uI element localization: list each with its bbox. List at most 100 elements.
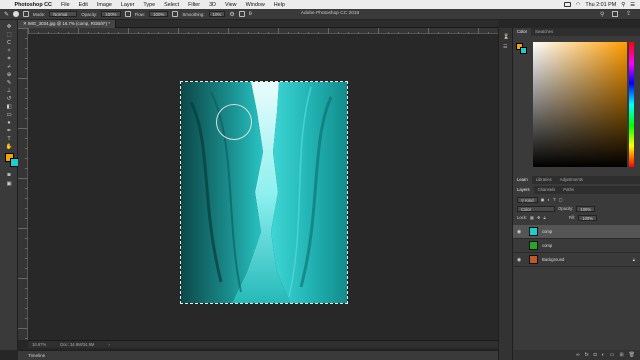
color-picker-field[interactable] bbox=[533, 42, 627, 167]
vertical-ruler[interactable] bbox=[18, 28, 28, 340]
canvas-area[interactable] bbox=[28, 34, 498, 340]
menu-select[interactable]: Select bbox=[160, 2, 184, 8]
brush-size-icon[interactable] bbox=[13, 11, 20, 17]
document-image[interactable] bbox=[180, 81, 348, 304]
quick-mask-icon[interactable]: ◙ bbox=[4, 172, 14, 178]
battery-icon[interactable] bbox=[563, 2, 571, 7]
lock-pixels-icon[interactable]: ▦ bbox=[530, 215, 534, 220]
clock[interactable]: Thu 2:01 PM bbox=[585, 2, 616, 8]
layer-style-icon[interactable]: fx bbox=[585, 352, 589, 358]
layer-name[interactable]: comp bbox=[542, 243, 552, 248]
tab-swatches[interactable]: Swatches bbox=[531, 28, 557, 36]
blend-mode-select[interactable]: Color bbox=[517, 205, 555, 212]
tab-color[interactable]: Color bbox=[513, 28, 532, 36]
zoom-level[interactable]: 16.67% bbox=[32, 342, 46, 347]
document-tab[interactable]: ✕ IMG_3034.jpg @ 16.7% (comp, RGB/8*) * bbox=[18, 20, 116, 28]
link-layers-icon[interactable]: ∞ bbox=[576, 352, 580, 358]
tab-paths[interactable]: Paths bbox=[559, 186, 578, 194]
layer-name[interactable]: Background bbox=[542, 257, 564, 262]
status-menu-arrow-icon[interactable]: › bbox=[108, 342, 109, 347]
healing-brush-tool-icon[interactable]: ⊕ bbox=[4, 72, 14, 78]
layer-row[interactable]: comp bbox=[513, 239, 640, 253]
opacity-field[interactable]: 100% bbox=[101, 11, 121, 17]
menu-type[interactable]: Type bbox=[139, 2, 160, 8]
mode-label: Mode: bbox=[33, 11, 46, 17]
history-brush-tool-icon[interactable]: ↺ bbox=[4, 96, 14, 102]
adjustment-layer-icon[interactable]: ◐ bbox=[602, 352, 605, 358]
menu-filter[interactable]: Filter bbox=[184, 2, 205, 8]
tab-channels[interactable]: Channels bbox=[534, 186, 560, 194]
layer-row[interactable]: ◉ comp bbox=[513, 225, 640, 239]
smoothing-field[interactable]: 10% bbox=[208, 11, 226, 17]
eyedropper-tool-icon[interactable]: ⌿ bbox=[4, 64, 14, 70]
hue-slider[interactable] bbox=[629, 42, 634, 167]
gradient-tool-icon[interactable]: ▭ bbox=[4, 112, 14, 118]
visibility-eye-icon[interactable]: ◉ bbox=[513, 257, 525, 263]
menu-file[interactable]: File bbox=[56, 2, 74, 8]
layer-opacity-field[interactable]: 100% bbox=[576, 205, 596, 212]
screen-mode-icon[interactable]: ▣ bbox=[4, 181, 14, 187]
menu-window[interactable]: Window bbox=[241, 2, 269, 8]
properties-panel-icon[interactable]: ☰ bbox=[503, 44, 507, 50]
menu-edit[interactable]: Edit bbox=[74, 2, 92, 8]
menu-view[interactable]: View bbox=[220, 2, 241, 8]
quick-select-tool-icon[interactable]: ✧ bbox=[4, 48, 14, 54]
pressure-size-icon[interactable] bbox=[238, 11, 245, 17]
search-icon[interactable]: ⚲ bbox=[600, 11, 604, 18]
tab-adjustments[interactable]: Adjustments bbox=[556, 176, 587, 184]
layer-fill-field[interactable]: 100% bbox=[578, 214, 597, 221]
menu-app-name[interactable]: Photoshop CC bbox=[10, 2, 56, 8]
airbrush-icon[interactable] bbox=[172, 11, 179, 17]
history-panel-icon[interactable]: ⌛ bbox=[503, 34, 509, 40]
mode-select[interactable]: Normal bbox=[49, 11, 78, 17]
visibility-eye-icon[interactable]: ◉ bbox=[513, 229, 525, 235]
new-group-icon[interactable]: ▭ bbox=[610, 352, 615, 358]
tab-layers[interactable]: Layers bbox=[513, 186, 534, 194]
lock-all-icon[interactable]: 🔒︎ bbox=[544, 215, 546, 220]
spotlight-icon[interactable]: ⚲ bbox=[621, 2, 625, 8]
menu-layer[interactable]: Layer bbox=[116, 2, 139, 8]
menu-help[interactable]: Help bbox=[269, 2, 289, 8]
brush-panel-icon[interactable] bbox=[23, 11, 30, 17]
pen-tool-icon[interactable]: ✒ bbox=[4, 128, 14, 134]
crop-tool-icon[interactable]: ⌗ bbox=[4, 56, 14, 62]
brush-tool-icon[interactable]: ✎ bbox=[4, 80, 14, 86]
layer-filter-row: ⚲ Kind ▣ ◐ T ▢ bbox=[517, 196, 637, 203]
filter-adjustment-icon[interactable]: ◐ bbox=[548, 197, 551, 202]
share-icon[interactable]: ⇪ bbox=[626, 10, 631, 17]
filter-pixel-icon[interactable]: ▣ bbox=[541, 197, 545, 202]
hand-tool-icon[interactable]: ✋ bbox=[4, 144, 14, 150]
type-tool-icon[interactable]: T bbox=[4, 136, 14, 142]
eraser-tool-icon[interactable]: ◧ bbox=[4, 104, 14, 110]
filter-shape-icon[interactable]: ▢ bbox=[559, 197, 563, 202]
pressure-opacity-icon[interactable] bbox=[124, 11, 131, 17]
layer-filter-kind-select[interactable]: ⚲ Kind bbox=[517, 196, 538, 203]
lock-position-icon[interactable]: ✥ bbox=[537, 215, 541, 220]
add-mask-icon[interactable]: ◘ bbox=[594, 352, 597, 358]
wifi-icon[interactable]: ◠ bbox=[576, 2, 581, 8]
symmetry-butterfly-icon[interactable]: ʚ bbox=[249, 11, 252, 17]
dodge-tool-icon[interactable]: ● bbox=[4, 120, 14, 126]
tab-learn[interactable]: Learn bbox=[513, 176, 532, 184]
lasso-tool-icon[interactable]: ᑕ bbox=[4, 40, 14, 46]
new-layer-icon[interactable]: ⊞ bbox=[619, 352, 623, 358]
layer-row[interactable]: ◉ Background 🔒︎ bbox=[513, 253, 640, 267]
move-tool-icon[interactable]: ✥ bbox=[4, 24, 14, 30]
brush-cursor bbox=[216, 104, 252, 140]
workspace-icon[interactable] bbox=[612, 11, 618, 17]
notification-center-icon[interactable]: ☰ bbox=[630, 2, 635, 8]
color-panel-background-swatch[interactable] bbox=[520, 47, 527, 54]
clone-stamp-tool-icon[interactable]: ⊥ bbox=[4, 88, 14, 94]
menu-3d[interactable]: 3D bbox=[205, 2, 221, 8]
filter-type-icon[interactable]: T bbox=[553, 197, 556, 202]
layer-name[interactable]: comp bbox=[542, 229, 552, 234]
marquee-tool-icon[interactable]: ⬚ bbox=[4, 32, 14, 38]
brush-tool-preset-icon[interactable]: ✎ bbox=[4, 11, 9, 18]
timeline-panel-tab[interactable]: Timeline bbox=[18, 350, 498, 360]
delete-layer-icon[interactable]: 🗑︎ bbox=[629, 352, 635, 358]
menu-image[interactable]: Image bbox=[92, 2, 116, 8]
flow-field[interactable]: 100% bbox=[149, 11, 169, 17]
smoothing-settings-gear-icon[interactable]: ⚙ bbox=[229, 11, 234, 18]
learn-panel-tabs: Learn Libraries Adjustments bbox=[513, 176, 640, 184]
tab-libraries[interactable]: Libraries bbox=[532, 176, 556, 184]
